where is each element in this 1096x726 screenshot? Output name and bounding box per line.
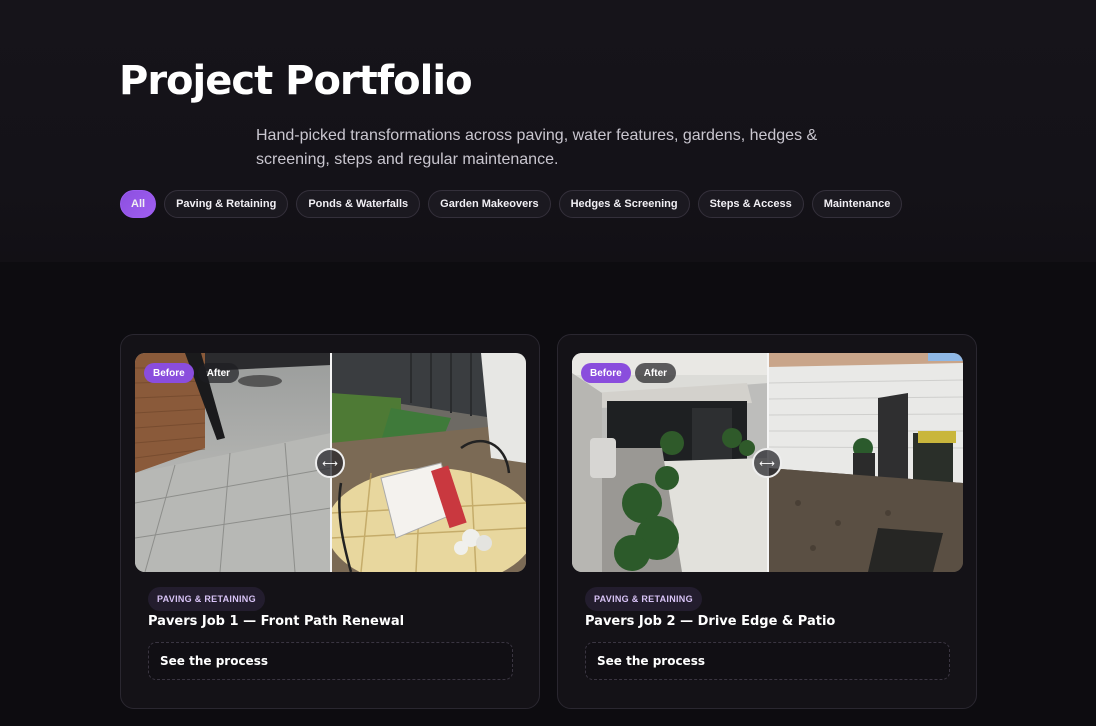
slider-handle-icon[interactable]: ⟷ [752,448,782,478]
filter-chip-paving[interactable]: Paving & Retaining [164,190,289,218]
page-title: Project Portfolio [119,58,473,104]
project-card: ⟷ Before After PAVING & RETAINING Pavers… [557,334,977,709]
filter-chip-steps[interactable]: Steps & Access [697,190,804,218]
filter-chip-gardens[interactable]: Garden Makeovers [428,190,551,218]
before-label[interactable]: Before [144,363,194,383]
see-process-button[interactable]: See the process [585,642,950,680]
page-subtitle: Hand-picked transformations across pavin… [256,127,818,168]
project-title: Pavers Job 2 — Drive Edge & Patio [585,614,836,629]
after-image [331,353,526,572]
filter-chip-maintenance[interactable]: Maintenance [811,190,903,218]
project-title: Pavers Job 1 — Front Path Renewal [148,614,405,629]
before-image [572,353,768,572]
filter-chip-hedges[interactable]: Hedges & Screening [558,190,690,218]
before-after-toggle: Before After [581,363,677,383]
before-image [135,353,331,572]
filter-chip-all[interactable]: All [120,190,157,218]
before-after-toggle: Before After [144,363,240,383]
slider-handle-icon[interactable]: ⟷ [315,448,345,478]
category-badge: PAVING & RETAINING [585,587,702,611]
before-after-slider[interactable]: ⟷ Before After [135,353,526,572]
after-label[interactable]: After [197,363,240,383]
project-card: ⟷ Before After PAVING & RETAINING Pavers… [120,334,540,709]
category-badge: PAVING & RETAINING [148,587,265,611]
filter-chip-ponds[interactable]: Ponds & Waterfalls [296,190,421,218]
category-filter-bar: All Paving & Retaining Ponds & Waterfall… [120,190,903,218]
before-label[interactable]: Before [581,363,631,383]
after-label[interactable]: After [634,363,677,383]
see-process-button[interactable]: See the process [148,642,513,680]
before-after-slider[interactable]: ⟷ Before After [572,353,963,572]
after-image [768,353,963,572]
